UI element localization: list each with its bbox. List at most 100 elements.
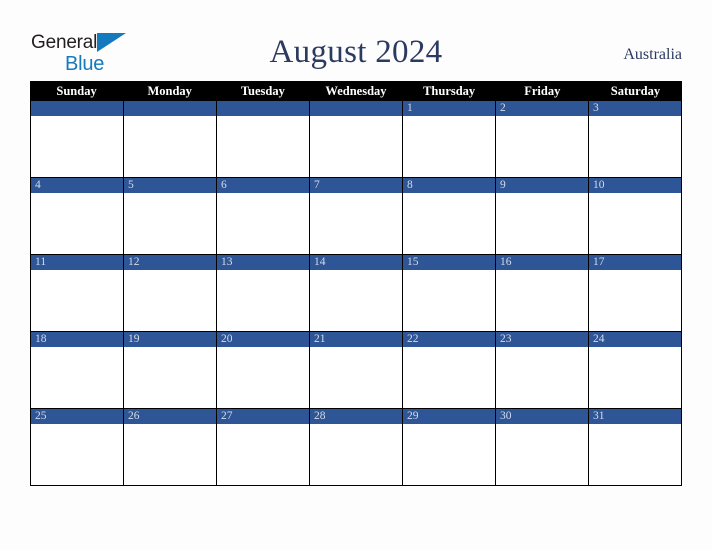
day-number: 18 <box>35 333 47 345</box>
day-bar: 12 <box>124 255 216 270</box>
day-cell[interactable] <box>124 101 217 177</box>
day-body[interactable] <box>124 193 216 254</box>
day-body[interactable] <box>31 116 123 177</box>
day-cell[interactable]: 12 <box>124 255 217 331</box>
day-bar <box>310 101 402 116</box>
day-body[interactable] <box>217 347 309 408</box>
day-number: 23 <box>500 333 512 345</box>
day-body[interactable] <box>31 347 123 408</box>
day-cell[interactable]: 7 <box>310 178 403 254</box>
day-cell[interactable]: 1 <box>403 101 496 177</box>
day-cell[interactable]: 5 <box>124 178 217 254</box>
day-bar: 4 <box>31 178 123 193</box>
day-bar: 23 <box>496 332 588 347</box>
day-number: 8 <box>407 179 413 191</box>
day-cell[interactable]: 30 <box>496 409 589 485</box>
weekday-header-friday: Friday <box>524 84 561 98</box>
day-body[interactable] <box>124 116 216 177</box>
day-body[interactable] <box>589 116 681 177</box>
day-body[interactable] <box>217 270 309 331</box>
day-body[interactable] <box>31 424 123 485</box>
day-cell[interactable]: 22 <box>403 332 496 408</box>
day-body[interactable] <box>403 424 495 485</box>
day-body[interactable] <box>310 424 402 485</box>
day-number: 1 <box>407 102 413 114</box>
day-body[interactable] <box>217 424 309 485</box>
day-body[interactable] <box>124 424 216 485</box>
day-number: 9 <box>500 179 506 191</box>
day-body[interactable] <box>124 270 216 331</box>
day-body[interactable] <box>496 270 588 331</box>
day-body[interactable] <box>589 193 681 254</box>
day-body[interactable] <box>31 193 123 254</box>
day-body[interactable] <box>496 424 588 485</box>
day-number: 4 <box>35 179 41 191</box>
day-cell[interactable] <box>31 101 124 177</box>
day-cell[interactable]: 31 <box>589 409 681 485</box>
day-number: 26 <box>128 410 140 422</box>
day-body[interactable] <box>589 424 681 485</box>
day-cell[interactable]: 28 <box>310 409 403 485</box>
day-bar: 3 <box>589 101 681 116</box>
day-cell[interactable]: 13 <box>217 255 310 331</box>
day-body[interactable] <box>217 193 309 254</box>
day-cell[interactable]: 20 <box>217 332 310 408</box>
day-cell[interactable]: 4 <box>31 178 124 254</box>
day-number: 17 <box>593 256 605 268</box>
day-body[interactable] <box>403 347 495 408</box>
day-cell[interactable]: 24 <box>589 332 681 408</box>
day-bar: 8 <box>403 178 495 193</box>
day-number: 27 <box>221 410 233 422</box>
day-bar: 24 <box>589 332 681 347</box>
day-bar: 26 <box>124 409 216 424</box>
day-cell[interactable] <box>310 101 403 177</box>
day-cell[interactable]: 6 <box>217 178 310 254</box>
day-cell[interactable] <box>217 101 310 177</box>
day-cell[interactable]: 21 <box>310 332 403 408</box>
day-cell[interactable]: 19 <box>124 332 217 408</box>
day-cell[interactable]: 25 <box>31 409 124 485</box>
day-cell[interactable]: 18 <box>31 332 124 408</box>
day-body[interactable] <box>310 270 402 331</box>
day-body[interactable] <box>310 116 402 177</box>
day-body[interactable] <box>217 116 309 177</box>
day-body[interactable] <box>403 270 495 331</box>
day-bar <box>124 101 216 116</box>
day-cell[interactable]: 3 <box>589 101 681 177</box>
day-number: 16 <box>500 256 512 268</box>
day-body[interactable] <box>496 116 588 177</box>
day-body[interactable] <box>589 270 681 331</box>
day-cell[interactable]: 29 <box>403 409 496 485</box>
day-cell[interactable]: 8 <box>403 178 496 254</box>
day-bar: 15 <box>403 255 495 270</box>
weekday-header-row: Sunday Monday Tuesday Wednesday Thursday… <box>30 81 682 101</box>
day-bar: 5 <box>124 178 216 193</box>
day-body[interactable] <box>403 116 495 177</box>
week-row: 1 2 3 <box>30 101 682 178</box>
day-cell[interactable]: 9 <box>496 178 589 254</box>
day-number: 19 <box>128 333 140 345</box>
day-body[interactable] <box>310 347 402 408</box>
day-cell[interactable]: 15 <box>403 255 496 331</box>
day-body[interactable] <box>496 193 588 254</box>
day-cell[interactable]: 14 <box>310 255 403 331</box>
day-cell[interactable]: 2 <box>496 101 589 177</box>
day-cell[interactable]: 10 <box>589 178 681 254</box>
day-number: 5 <box>128 179 134 191</box>
day-cell[interactable]: 26 <box>124 409 217 485</box>
day-cell[interactable]: 27 <box>217 409 310 485</box>
day-body[interactable] <box>496 347 588 408</box>
day-bar: 9 <box>496 178 588 193</box>
day-cell[interactable]: 16 <box>496 255 589 331</box>
day-body[interactable] <box>31 270 123 331</box>
day-cell[interactable]: 17 <box>589 255 681 331</box>
day-bar: 31 <box>589 409 681 424</box>
day-body[interactable] <box>310 193 402 254</box>
day-cell[interactable]: 23 <box>496 332 589 408</box>
day-body[interactable] <box>589 347 681 408</box>
day-number: 7 <box>314 179 320 191</box>
day-number: 31 <box>593 410 605 422</box>
day-cell[interactable]: 11 <box>31 255 124 331</box>
day-body[interactable] <box>124 347 216 408</box>
day-body[interactable] <box>403 193 495 254</box>
